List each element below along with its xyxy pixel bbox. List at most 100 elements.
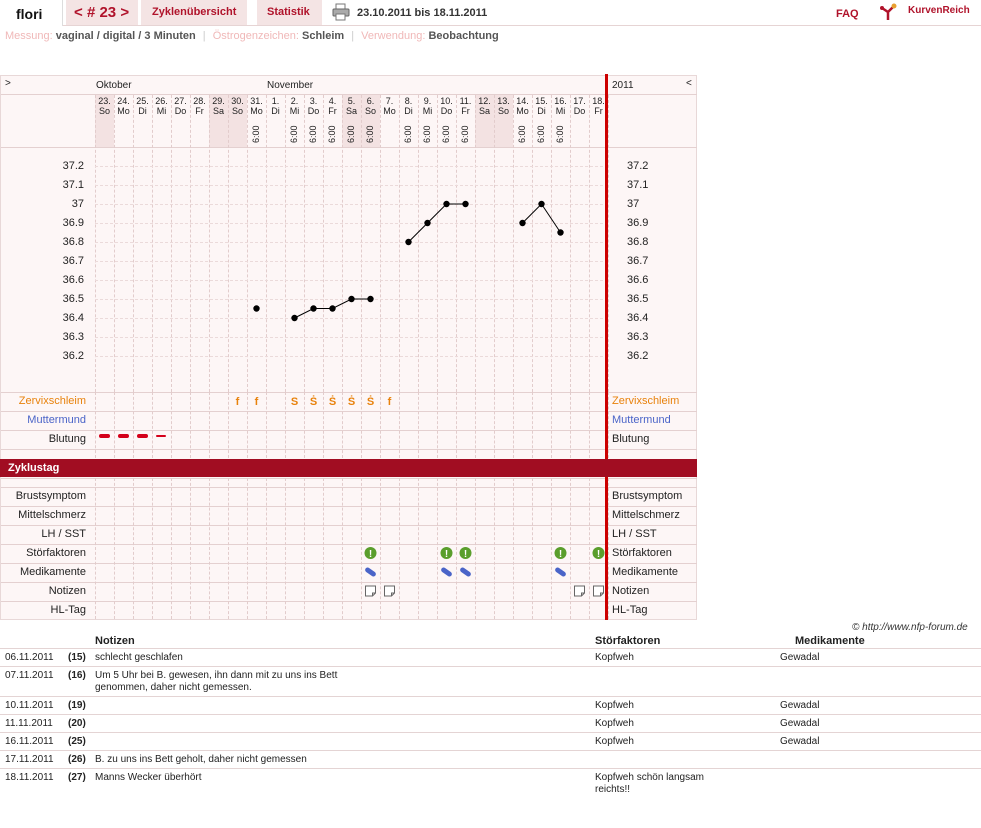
day-gridline [114, 478, 115, 619]
next-cycle-button[interactable]: > [120, 4, 129, 21]
day-gridline [494, 392, 495, 458]
row-label-mittelschmerz: Mittelschmerz [18, 509, 86, 521]
chart-nav-left[interactable]: > [5, 78, 11, 89]
day-date: 7. [385, 96, 394, 106]
day-header[interactable]: 24. Mo [114, 96, 133, 116]
day-header[interactable]: 7. Mo [380, 96, 399, 116]
zyklustag-label: Zyklustag [8, 462, 60, 474]
day-gridline [171, 392, 172, 458]
chart-end-line [605, 74, 608, 620]
table-row: 06.11.2011 (15) schlecht geschlafen Kopfweh… [0, 648, 981, 665]
measure-time: 6:00 [441, 125, 451, 143]
day-gridline [152, 478, 153, 619]
day-date: 5. [347, 96, 356, 106]
day-header[interactable]: 4. Fr [323, 96, 342, 116]
day-date: 10. [440, 96, 453, 106]
day-header[interactable]: 15. Di [532, 96, 551, 116]
note-medikament: Gewadal [780, 652, 820, 663]
day-date: 15. [535, 96, 548, 106]
note-stoerfaktor: Kopfweh [595, 718, 634, 729]
day-header[interactable]: 26. Mi [152, 96, 171, 116]
day-date: 17. [573, 96, 586, 106]
day-weekday: Do [573, 106, 586, 116]
row-separator [1, 563, 697, 564]
day-weekday: So [497, 106, 509, 116]
day-header[interactable]: 30. So [228, 96, 247, 116]
chart-nav-right[interactable]: < [686, 78, 692, 89]
note-text: B. zu uns ins Bett geholt, daher nicht g… [95, 754, 307, 765]
day-header[interactable]: 12. Sa [475, 96, 494, 116]
day-header[interactable]: 14. Mo [513, 96, 532, 116]
day-header[interactable]: 29. Sa [209, 96, 228, 116]
day-gridline [589, 478, 590, 619]
day-header[interactable]: 17. Do [570, 96, 589, 116]
measure-time: 6:00 [555, 125, 565, 143]
row-separator [1, 449, 697, 450]
day-header[interactable]: 6. So [361, 96, 380, 116]
year-label: 2011 [612, 80, 634, 91]
temp-axis-label: 36.9 [62, 217, 84, 229]
temp-gridline [95, 261, 608, 262]
day-weekday: Do [174, 106, 187, 116]
day-header[interactable]: 31. Mo [247, 96, 266, 116]
temp-axis-label-right: 36.6 [627, 274, 649, 286]
day-weekday: Di [138, 106, 147, 116]
day-gridline [133, 392, 134, 458]
day-header[interactable]: 13. So [494, 96, 513, 116]
day-header[interactable]: 28. Fr [190, 96, 209, 116]
day-header[interactable]: 23. So [95, 96, 114, 116]
row-label-zervixschleim: Zervixschleim [18, 395, 86, 407]
month-november: November [267, 80, 314, 91]
day-weekday: Do [307, 106, 320, 116]
day-gridline [475, 392, 476, 458]
day-header[interactable]: 5. Sa [342, 96, 361, 116]
day-weekday: Mi [156, 106, 167, 116]
row-label-blutung: Blutung [48, 433, 86, 445]
note-date: 07.11.2011 [5, 670, 54, 681]
note-date: 18.11.2011 [5, 772, 54, 783]
day-gridline [608, 478, 609, 619]
printer-icon[interactable] [332, 3, 350, 21]
day-gridline [247, 95, 248, 392]
row-label-muttermund-right: Muttermund [612, 414, 671, 426]
note-stoerfaktor: Kopfweh [595, 652, 634, 663]
day-header[interactable]: 9. Mi [418, 96, 437, 116]
day-gridline [456, 478, 457, 619]
day-gridline [418, 478, 419, 619]
day-weekday: So [231, 106, 243, 116]
day-gridline [285, 95, 286, 392]
day-weekday: Fr [195, 106, 204, 116]
day-header[interactable]: 1. Di [266, 96, 285, 116]
day-header[interactable]: 25. Di [133, 96, 152, 116]
day-header[interactable]: 16. Mi [551, 96, 570, 116]
day-weekday: Fr [461, 106, 470, 116]
temp-gridline [95, 318, 608, 319]
day-header[interactable]: 10. Do [437, 96, 456, 116]
day-gridline [323, 95, 324, 392]
measure-time: 6:00 [403, 125, 413, 143]
note-date: 16.11.2011 [5, 736, 54, 747]
day-gridline [475, 95, 476, 392]
note-cycle-day: (27) [68, 772, 86, 783]
day-date: 25. [136, 96, 149, 106]
day-gridline [399, 478, 400, 619]
measure-time: 6:00 [460, 125, 470, 143]
tab-statistik[interactable]: Statistik [257, 0, 322, 25]
day-gridline [551, 392, 552, 458]
day-header[interactable]: 8. Di [399, 96, 418, 116]
day-gridline [456, 392, 457, 458]
day-header[interactable]: 11. Fr [456, 96, 475, 116]
top-bar: flori < # 23 > Zyklenübersicht Statistik… [0, 0, 981, 26]
day-gridline [95, 392, 96, 458]
prev-cycle-button[interactable]: < [74, 4, 83, 21]
day-gridline [532, 478, 533, 619]
tab-zyklenuebersicht[interactable]: Zyklenübersicht [141, 0, 247, 25]
faq-link[interactable]: FAQ [836, 8, 859, 20]
day-header[interactable]: 3. Do [304, 96, 323, 116]
day-gridline [570, 95, 571, 392]
day-header[interactable]: 27. Do [171, 96, 190, 116]
day-header[interactable]: 2. Mi [285, 96, 304, 116]
day-gridline [152, 392, 153, 458]
note-date: 11.11.2011 [5, 718, 53, 729]
day-gridline [152, 95, 153, 392]
